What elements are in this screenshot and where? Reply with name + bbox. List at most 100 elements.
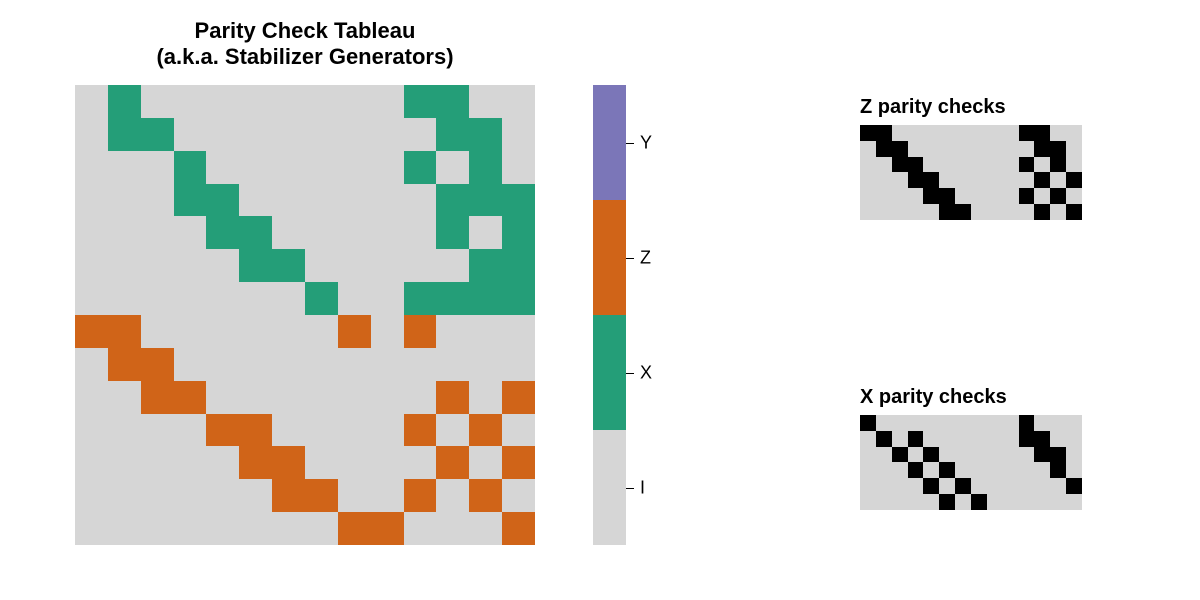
heatmap-cell (860, 494, 876, 510)
heatmap-cell (876, 204, 892, 220)
heatmap-cell (971, 415, 987, 431)
heatmap-cell (876, 141, 892, 157)
heatmap-cell (75, 282, 108, 315)
heatmap-cell (987, 172, 1003, 188)
heatmap-cell (174, 348, 207, 381)
heatmap-cell (1019, 141, 1035, 157)
heatmap-cell (955, 204, 971, 220)
heatmap-cell (923, 494, 939, 510)
heatmap-cell (404, 151, 437, 184)
heatmap-cell (108, 446, 141, 479)
heatmap-cell (206, 512, 239, 545)
heatmap-cell (338, 381, 371, 414)
heatmap-cell (1019, 125, 1035, 141)
heatmap-cell (272, 512, 305, 545)
heatmap-cell (404, 282, 437, 315)
heatmap-cell (404, 249, 437, 282)
heatmap-cell (371, 512, 404, 545)
heatmap-cell (239, 348, 272, 381)
heatmap-cell (892, 415, 908, 431)
heatmap-cell (908, 157, 924, 173)
heatmap-cell (338, 184, 371, 217)
heatmap-cell (108, 479, 141, 512)
heatmap-cell (436, 85, 469, 118)
heatmap-cell (404, 216, 437, 249)
colorbar-tick (626, 488, 634, 489)
heatmap-cell (892, 172, 908, 188)
heatmap-cell (206, 151, 239, 184)
heatmap-cell (1034, 478, 1050, 494)
heatmap-cell (939, 204, 955, 220)
heatmap-cell (141, 512, 174, 545)
heatmap-cell (955, 462, 971, 478)
heatmap-cell (987, 204, 1003, 220)
heatmap-cell (469, 85, 502, 118)
heatmap-cell (174, 85, 207, 118)
heatmap-cell (955, 415, 971, 431)
heatmap-cell (404, 315, 437, 348)
heatmap-cell (502, 381, 535, 414)
heatmap-cell (1066, 188, 1082, 204)
heatmap-cell (469, 479, 502, 512)
heatmap-cell (239, 446, 272, 479)
heatmap-cell (908, 447, 924, 463)
heatmap-cell (436, 184, 469, 217)
heatmap-cell (908, 204, 924, 220)
heatmap-cell (338, 151, 371, 184)
heatmap-cell (469, 118, 502, 151)
heatmap-cell (272, 479, 305, 512)
heatmap-cell (436, 151, 469, 184)
heatmap-cell (404, 479, 437, 512)
heatmap-cell (371, 348, 404, 381)
heatmap-cell (892, 188, 908, 204)
heatmap-cell (860, 188, 876, 204)
heatmap-cell (987, 431, 1003, 447)
heatmap-cell (860, 431, 876, 447)
heatmap-cell (239, 216, 272, 249)
heatmap-cell (1050, 157, 1066, 173)
heatmap-cell (1003, 172, 1019, 188)
heatmap-cell (371, 414, 404, 447)
heatmap-cell (987, 462, 1003, 478)
heatmap-cell (987, 415, 1003, 431)
heatmap-cell (1050, 188, 1066, 204)
heatmap-cell (338, 249, 371, 282)
heatmap-cell (1003, 204, 1019, 220)
heatmap-cell (923, 141, 939, 157)
heatmap-cell (971, 125, 987, 141)
heatmap-cell (108, 118, 141, 151)
heatmap-cell (141, 446, 174, 479)
heatmap-cell (502, 282, 535, 315)
heatmap-cell (908, 125, 924, 141)
heatmap-cell (971, 188, 987, 204)
heatmap-cell (371, 282, 404, 315)
heatmap-cell (305, 151, 338, 184)
heatmap-cell (469, 512, 502, 545)
heatmap-cell (1066, 447, 1082, 463)
heatmap-cell (141, 249, 174, 282)
heatmap-cell (305, 446, 338, 479)
heatmap-cell (892, 125, 908, 141)
heatmap-cell (1019, 204, 1035, 220)
heatmap-cell (987, 494, 1003, 510)
heatmap-cell (892, 157, 908, 173)
heatmap-cell (404, 348, 437, 381)
heatmap-cell (239, 118, 272, 151)
heatmap-cell (1034, 125, 1050, 141)
heatmap-cell (939, 462, 955, 478)
heatmap-cell (1050, 415, 1066, 431)
heatmap-cell (206, 446, 239, 479)
heatmap-cell (1003, 494, 1019, 510)
heatmap-cell (272, 118, 305, 151)
heatmap-cell (955, 447, 971, 463)
heatmap-cell (108, 512, 141, 545)
heatmap-cell (272, 85, 305, 118)
heatmap-cell (955, 478, 971, 494)
heatmap-cell (174, 414, 207, 447)
heatmap-cell (174, 249, 207, 282)
heatmap-cell (502, 184, 535, 217)
heatmap-cell (108, 249, 141, 282)
heatmap-cell (75, 184, 108, 217)
heatmap-cell (174, 118, 207, 151)
heatmap-cell (939, 447, 955, 463)
